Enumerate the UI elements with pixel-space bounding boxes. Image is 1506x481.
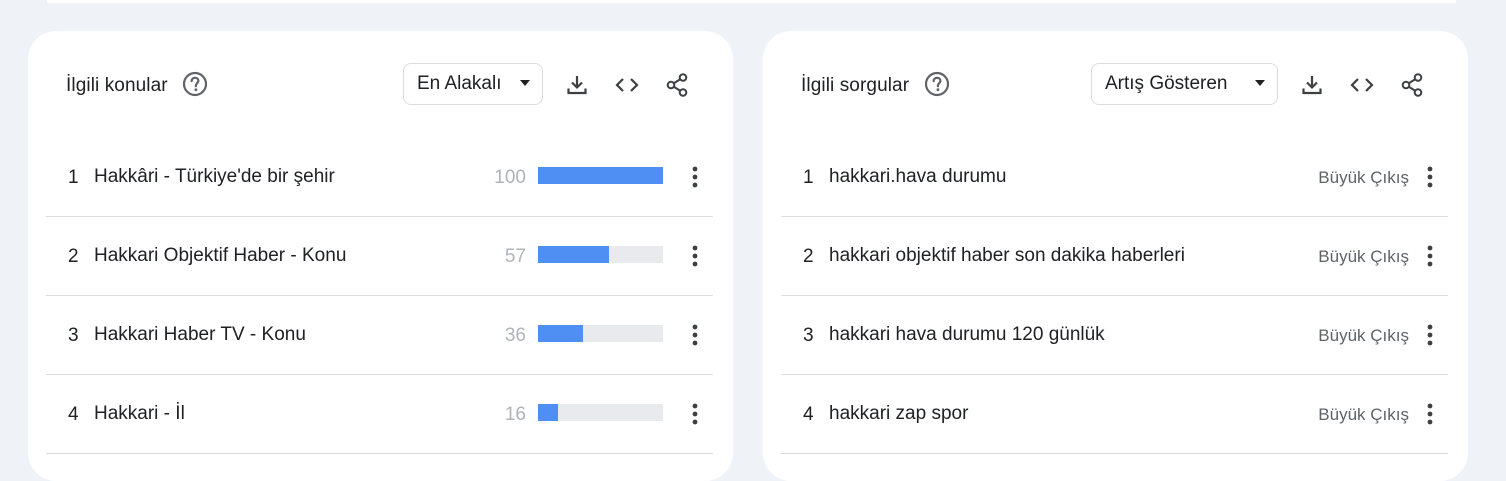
topic-row[interactable]: 2 Hakkari Objektif Haber - Konu 57	[46, 217, 713, 296]
row-bar-track	[538, 167, 663, 184]
row-label[interactable]: hakkari.hava durumu	[829, 166, 1006, 188]
row-rank: 1	[803, 167, 814, 188]
query-row[interactable]: 4 hakkari zap spor Büyük Çıkış	[781, 375, 1448, 454]
row-label[interactable]: Hakkari - İl	[94, 403, 185, 425]
more-vert-icon[interactable]	[683, 318, 707, 352]
row-bar-fill	[538, 325, 583, 342]
row-label[interactable]: hakkari hava durumu 120 günlük	[829, 324, 1105, 346]
row-status: Büyük Çıkış	[1318, 247, 1409, 266]
row-status: Büyük Çıkış	[1318, 405, 1409, 424]
topic-row[interactable]: 4 Hakkari - İl 16	[46, 375, 713, 454]
row-bar-fill	[538, 167, 663, 184]
row-label[interactable]: hakkari zap spor	[829, 403, 968, 425]
row-value: 36	[504, 325, 526, 346]
download-icon[interactable]	[561, 69, 593, 101]
more-vert-icon[interactable]	[1418, 160, 1442, 194]
row-rank: 2	[68, 246, 79, 267]
more-vert-icon[interactable]	[683, 397, 707, 431]
more-vert-icon[interactable]	[683, 160, 707, 194]
row-value: 57	[504, 246, 526, 267]
row-label[interactable]: Hakkari Objektif Haber - Konu	[94, 245, 346, 267]
row-bar-track	[538, 404, 663, 421]
query-row[interactable]: 1 hakkari.hava durumu Büyük Çıkış	[781, 138, 1448, 217]
related-topics-title: İlgili konular	[66, 75, 168, 96]
row-status: Büyük Çıkış	[1318, 326, 1409, 345]
download-icon[interactable]	[1296, 69, 1328, 101]
caret-down-icon	[520, 80, 530, 86]
row-bar-fill	[538, 246, 610, 263]
embed-code-icon[interactable]	[1346, 69, 1378, 101]
top-card-strip	[47, 0, 1456, 3]
related-queries-card: İlgili sorgular Artış Gösteren 1 hakkari…	[763, 31, 1468, 481]
share-icon[interactable]	[661, 69, 693, 101]
sort-select-value: En Alakalı	[417, 73, 502, 94]
row-label[interactable]: hakkari objektif haber son dakika haberl…	[829, 245, 1185, 267]
row-bar-fill	[538, 404, 558, 421]
row-rank: 1	[68, 167, 79, 188]
query-row[interactable]: 3 hakkari hava durumu 120 günlük Büyük Ç…	[781, 296, 1448, 375]
row-label[interactable]: Hakkâri - Türkiye'de bir şehir	[94, 166, 335, 188]
sort-select-value: Artış Gösteren	[1105, 73, 1228, 94]
more-vert-icon[interactable]	[683, 239, 707, 273]
row-bar-track	[538, 325, 663, 342]
related-queries-title: İlgili sorgular	[801, 75, 910, 96]
sort-select[interactable]: En Alakalı	[403, 63, 543, 105]
help-circle-icon[interactable]	[182, 71, 208, 97]
row-rank: 4	[803, 404, 814, 425]
related-queries-list: 1 hakkari.hava durumu Büyük Çıkış 2 hakk…	[781, 138, 1448, 454]
topic-row[interactable]: 1 Hakkâri - Türkiye'de bir şehir 100	[46, 138, 713, 217]
row-value: 16	[504, 404, 526, 425]
row-status: Büyük Çıkış	[1318, 168, 1409, 187]
related-topics-header: İlgili konular En Alakalı	[28, 61, 733, 109]
row-value: 100	[494, 167, 526, 188]
caret-down-icon	[1255, 80, 1265, 86]
query-row[interactable]: 2 hakkari objektif haber son dakika habe…	[781, 217, 1448, 296]
embed-code-icon[interactable]	[611, 69, 643, 101]
topic-row[interactable]: 3 Hakkari Haber TV - Konu 36	[46, 296, 713, 375]
row-rank: 3	[803, 325, 814, 346]
more-vert-icon[interactable]	[1418, 397, 1442, 431]
related-topics-list: 1 Hakkâri - Türkiye'de bir şehir 100 2 H…	[46, 138, 713, 454]
more-vert-icon[interactable]	[1418, 318, 1442, 352]
help-circle-icon[interactable]	[924, 71, 950, 97]
share-icon[interactable]	[1396, 69, 1428, 101]
row-label[interactable]: Hakkari Haber TV - Konu	[94, 324, 306, 346]
related-queries-header: İlgili sorgular Artış Gösteren	[763, 61, 1468, 109]
related-topics-card: İlgili konular En Alakalı 1 Hakkâri - Tü…	[28, 31, 733, 481]
row-rank: 4	[68, 404, 79, 425]
sort-select[interactable]: Artış Gösteren	[1091, 63, 1278, 105]
row-rank: 2	[803, 246, 814, 267]
row-bar-track	[538, 246, 663, 263]
more-vert-icon[interactable]	[1418, 239, 1442, 273]
row-rank: 3	[68, 325, 79, 346]
